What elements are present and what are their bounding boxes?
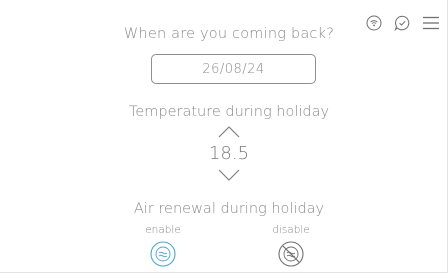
return-date-field[interactable]: 26/08/24 — [151, 54, 316, 84]
disable-label: disable — [272, 224, 310, 236]
temperature-label: Temperature during holiday — [128, 104, 330, 120]
enable-label: enable — [145, 224, 181, 236]
fan-icon[interactable] — [150, 241, 176, 267]
air-renewal-label: Air renewal during holiday — [133, 201, 325, 217]
temperature-value: 18.5 — [208, 143, 250, 164]
chevron-up-icon[interactable] — [216, 124, 242, 140]
fan-off-icon[interactable] — [278, 241, 304, 267]
return-date-value: 26/08/24 — [202, 61, 265, 77]
chevron-down-icon[interactable] — [216, 167, 242, 183]
return-question: When are you coming back? — [123, 26, 335, 42]
